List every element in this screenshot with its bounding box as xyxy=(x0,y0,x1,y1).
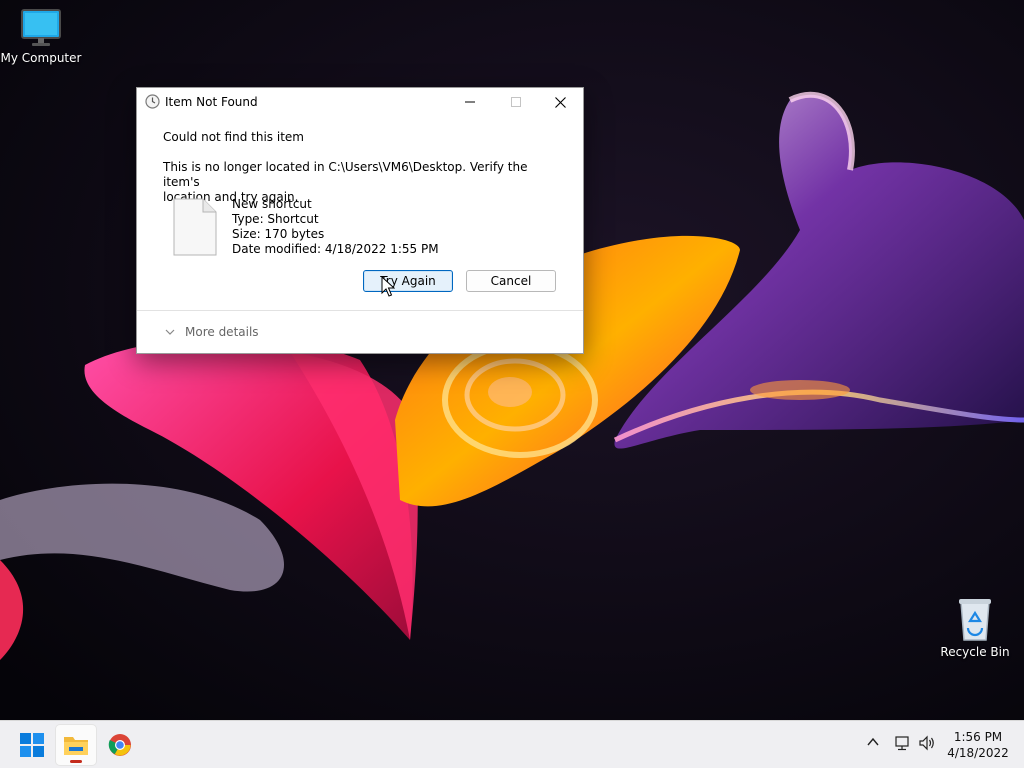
desktop-icon-label: Recycle Bin xyxy=(940,645,1010,659)
network-icon[interactable] xyxy=(893,735,911,751)
desktop-icon-my-computer[interactable]: My Computer xyxy=(0,8,82,65)
dialog-divider xyxy=(137,310,583,311)
running-indicator xyxy=(70,760,82,763)
chevron-down-icon xyxy=(165,329,175,335)
file-size: Size: 170 bytes xyxy=(232,227,325,241)
start-button[interactable] xyxy=(12,725,52,765)
more-details-label: More details xyxy=(185,325,259,339)
cancel-button[interactable]: Cancel xyxy=(466,270,556,292)
close-button[interactable] xyxy=(537,88,583,116)
minimize-button[interactable] xyxy=(447,88,493,116)
recycle-bin-icon xyxy=(959,599,991,641)
more-details-toggle[interactable]: More details xyxy=(165,325,259,339)
maximize-icon xyxy=(511,97,521,107)
mouse-cursor-icon xyxy=(381,276,395,297)
chrome-taskbar-button[interactable] xyxy=(100,725,140,765)
file-info: New shortcut Type: Shortcut Size: 170 by… xyxy=(232,197,439,257)
chevron-up-icon[interactable] xyxy=(866,735,880,749)
clock-time: 1:56 PM xyxy=(953,730,1003,744)
dialog-title: Item Not Found xyxy=(165,95,258,109)
maximize-button xyxy=(493,88,539,116)
close-icon xyxy=(554,96,566,108)
clock-date: 4/18/2022 xyxy=(947,746,1009,760)
file-type: Type: Shortcut xyxy=(232,212,319,226)
system-clock[interactable]: 1:56 PM 4/18/2022 xyxy=(944,729,1012,761)
taskbar: 1:56 PM 4/18/2022 xyxy=(0,720,1024,768)
monitor-icon xyxy=(21,9,61,46)
item-not-found-dialog: Item Not Found Could not find this item … xyxy=(136,87,584,354)
file-explorer-taskbar-button[interactable] xyxy=(56,725,96,765)
try-again-button[interactable]: Try Again xyxy=(363,270,453,292)
clock-icon xyxy=(145,94,160,109)
dialog-titlebar[interactable]: Item Not Found xyxy=(137,88,583,116)
file-icon xyxy=(173,198,217,256)
dialog-message-line: This is no longer located in C:\Users\VM… xyxy=(163,160,528,189)
chrome-icon xyxy=(108,734,131,756)
volume-icon[interactable] xyxy=(918,735,936,751)
desktop-icon-recycle-bin[interactable]: Recycle Bin xyxy=(934,596,1016,659)
file-date-modified: Date modified: 4/18/2022 1:55 PM xyxy=(232,242,439,256)
minimize-icon xyxy=(465,101,475,103)
start-icon xyxy=(20,733,44,757)
dialog-heading: Could not find this item xyxy=(163,130,304,144)
file-name: New shortcut xyxy=(232,197,312,211)
file-explorer-icon xyxy=(64,737,88,755)
desktop-icon-label: My Computer xyxy=(0,51,82,65)
